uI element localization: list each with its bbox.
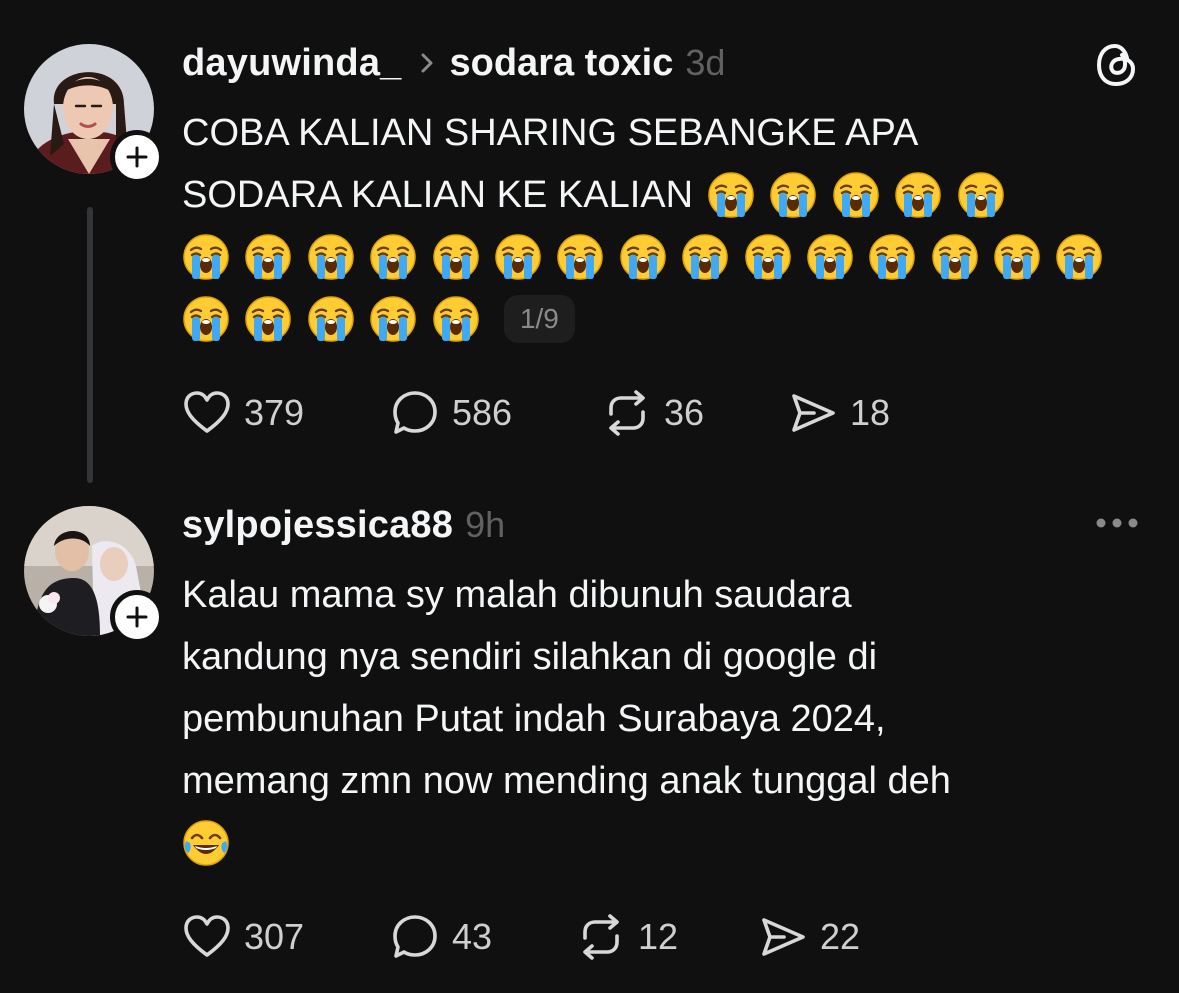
send-icon xyxy=(788,388,838,438)
repost-icon xyxy=(576,912,626,962)
repost-button[interactable]: 36 xyxy=(602,385,704,441)
like-count: 307 xyxy=(244,916,305,957)
post-header: dayuwinda_ sodara toxic 3d xyxy=(182,38,725,88)
comment-icon xyxy=(390,912,440,962)
loudly-crying-face-icon xyxy=(494,233,542,281)
loudly-crying-face-icon xyxy=(931,233,979,281)
reply-button[interactable]: 43 xyxy=(390,909,492,965)
loudly-crying-face-icon xyxy=(619,233,667,281)
comment-icon xyxy=(390,388,440,438)
loudly-crying-face-icon xyxy=(744,233,792,281)
like-count: 379 xyxy=(244,392,305,433)
loudly-crying-face-icon xyxy=(868,233,916,281)
loudly-crying-face-icon xyxy=(894,171,942,219)
post-text: Kalau mama sy malah dibunuh saudara kand… xyxy=(182,564,1142,874)
topic-tag[interactable]: sodara toxic xyxy=(450,42,674,85)
emoji-row xyxy=(182,812,1142,874)
loudly-crying-face-icon xyxy=(244,233,292,281)
share-button[interactable]: 22 xyxy=(758,909,860,965)
emoji-row xyxy=(182,226,1142,288)
loudly-crying-face-icon xyxy=(369,295,417,343)
loudly-crying-face-icon xyxy=(432,295,480,343)
loudly-crying-face-icon xyxy=(769,171,817,219)
username[interactable]: sylpojessica88 xyxy=(182,504,453,547)
follow-plus-button[interactable] xyxy=(110,130,164,184)
loudly-crying-face-icon xyxy=(681,233,729,281)
post-1: dayuwinda_ sodara toxic 3d COBA KALIAN S… xyxy=(0,0,1179,490)
like-button[interactable]: 379 xyxy=(182,385,304,441)
repost-button[interactable]: 12 xyxy=(576,909,678,965)
heart-icon xyxy=(182,388,232,438)
like-button[interactable]: 307 xyxy=(182,909,304,965)
loudly-crying-face-icon xyxy=(556,233,604,281)
loudly-crying-face-icon xyxy=(1055,233,1103,281)
carousel-page-indicator: 1/9 xyxy=(503,295,575,343)
loudly-crying-face-icon xyxy=(957,171,1005,219)
post-text: COBA KALIAN SHARING SEBANGKE APA SODARA … xyxy=(182,102,1142,350)
post-text-line: memang zmn now mending anak tunggal deh xyxy=(182,760,951,802)
share-button[interactable]: 18 xyxy=(788,385,890,441)
timestamp: 9h xyxy=(465,504,506,545)
face-with-tears-of-joy-icon xyxy=(182,819,230,867)
chevron-right-icon xyxy=(420,52,434,74)
post-text-line: Kalau mama sy malah dibunuh saudara xyxy=(182,574,852,616)
loudly-crying-face-icon xyxy=(832,171,880,219)
emoji-row: 1/9 xyxy=(182,288,1142,350)
repost-count: 36 xyxy=(664,392,705,433)
timestamp: 3d xyxy=(685,42,726,83)
share-count: 22 xyxy=(820,916,861,957)
reply-button[interactable]: 586 xyxy=(390,385,512,441)
post-text-line: pembunuhan Putat indah Surabaya 2024, xyxy=(182,698,886,740)
reply-count: 43 xyxy=(452,916,493,957)
loudly-crying-face-icon xyxy=(369,233,417,281)
loudly-crying-face-icon xyxy=(806,233,854,281)
post-text-line: kandung nya sendiri silahkan di google d… xyxy=(182,636,878,678)
follow-plus-button[interactable] xyxy=(110,590,164,644)
post-text-line: SODARA KALIAN KE KALIAN xyxy=(182,164,1142,226)
send-icon xyxy=(758,912,808,962)
post-header: sylpojessica88 9h xyxy=(182,500,505,550)
loudly-crying-face-icon xyxy=(244,295,292,343)
more-options-icon[interactable] xyxy=(1093,513,1141,533)
username[interactable]: dayuwinda_ xyxy=(182,42,402,85)
loudly-crying-face-icon xyxy=(432,233,480,281)
thread-line xyxy=(87,207,93,483)
loudly-crying-face-icon xyxy=(707,171,755,219)
loudly-crying-face-icon xyxy=(307,295,355,343)
post-text-line-text: SODARA KALIAN KE KALIAN xyxy=(182,174,694,216)
loudly-crying-face-icon xyxy=(182,233,230,281)
reply-count: 586 xyxy=(452,392,513,433)
heart-icon xyxy=(182,912,232,962)
loudly-crying-face-icon xyxy=(993,233,1041,281)
repost-icon xyxy=(602,388,652,438)
loudly-crying-face-icon xyxy=(307,233,355,281)
post-text-line: COBA KALIAN SHARING SEBANGKE APA xyxy=(182,112,919,154)
repost-count: 12 xyxy=(638,916,679,957)
post-2: sylpojessica88 9h Kalau mama sy malah di… xyxy=(0,490,1179,993)
share-count: 18 xyxy=(850,392,891,433)
loudly-crying-face-icon xyxy=(182,295,230,343)
